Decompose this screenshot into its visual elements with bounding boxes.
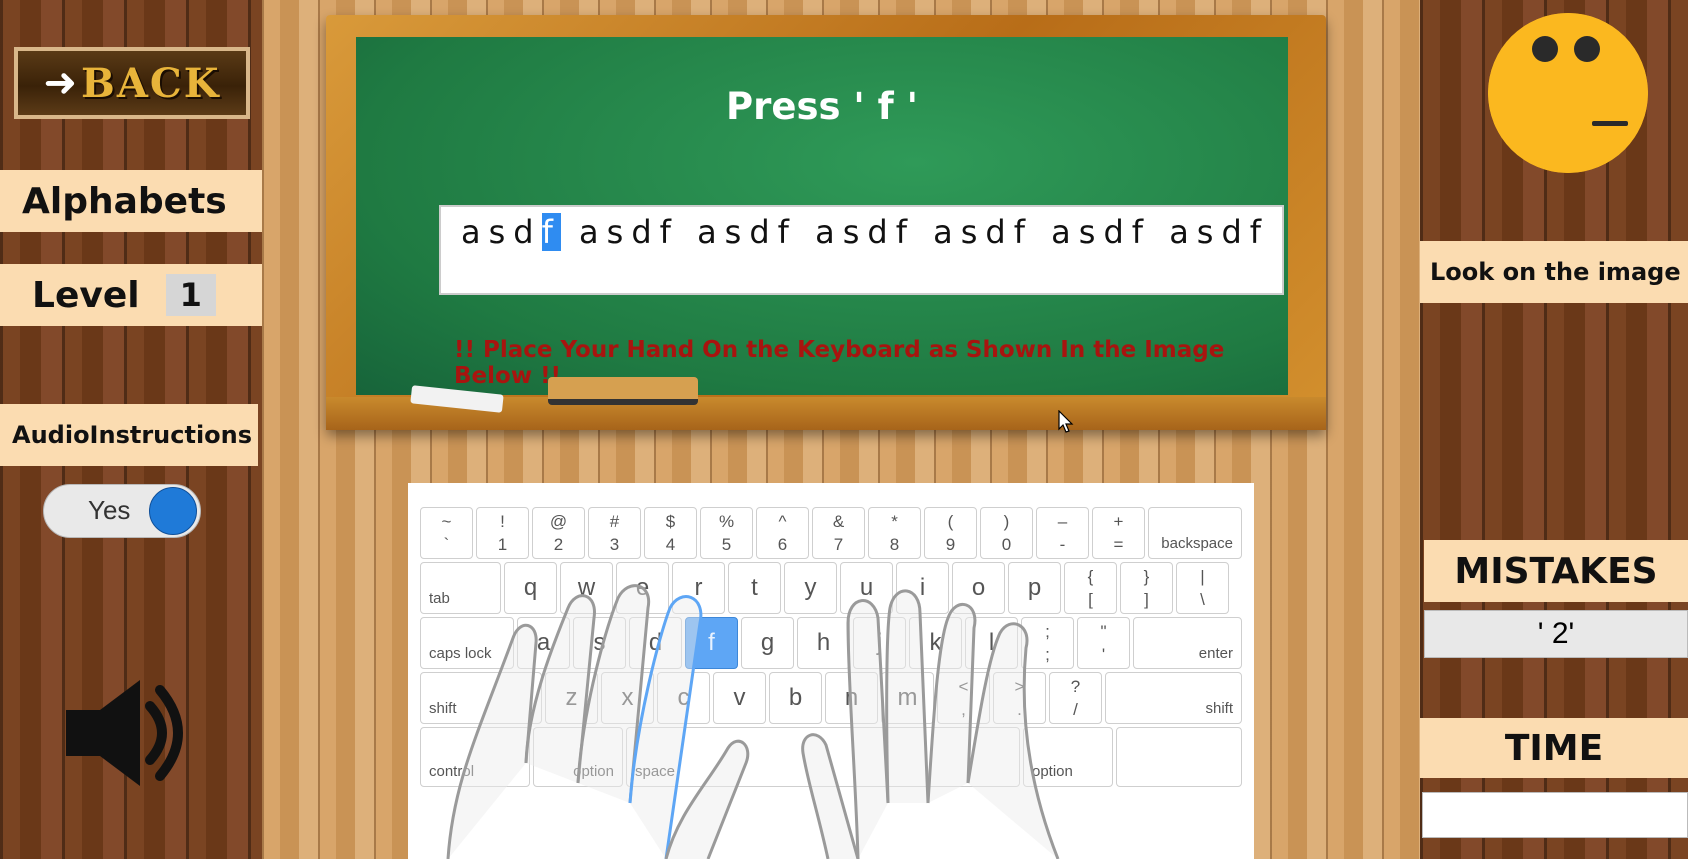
- key-shift-left: shift: [420, 672, 542, 724]
- key-j: j: [853, 617, 906, 669]
- key-r: r: [672, 562, 725, 614]
- time-value: [1422, 792, 1688, 838]
- practice-text-box: asdf asdf asdf asdf asdf asdf asdf: [439, 205, 1284, 295]
- key-3: #3: [588, 507, 641, 559]
- blackboard: Press ' f ' asdf asdf asdf asdf asdf asd…: [356, 37, 1288, 395]
- key-d: d: [629, 617, 682, 669]
- level-row: Level 1: [0, 264, 262, 326]
- key-t: t: [728, 562, 781, 614]
- audio-instructions-label: AudioInstructions: [0, 404, 258, 466]
- key-k: k: [909, 617, 962, 669]
- key-]: }]: [1120, 562, 1173, 614]
- key-n: n: [825, 672, 878, 724]
- look-hint-label: Look on the image: [1420, 241, 1688, 303]
- key-,: <,: [937, 672, 990, 724]
- key-/: ? /: [1049, 672, 1102, 724]
- toggle-knob: [149, 487, 197, 535]
- back-label: BACK: [81, 59, 221, 107]
- key-u: u: [840, 562, 893, 614]
- key-p: p: [1008, 562, 1061, 614]
- key-enter: enter: [1133, 617, 1242, 669]
- key-option-right: option: [1023, 727, 1113, 787]
- key-v: v: [713, 672, 766, 724]
- key-s: s: [573, 617, 626, 669]
- level-value: 1: [165, 274, 216, 316]
- key-control: control: [420, 727, 530, 787]
- level-label: Level: [32, 274, 140, 316]
- keyboard-image: ~ `! 1 @2 #3 $4% 5 ^ 6 & 7 * 8(9) 0– - + = backspace tab q w…: [408, 483, 1254, 859]
- key-\: | \: [1176, 562, 1229, 614]
- key-1: ! 1: [476, 507, 529, 559]
- key-=: + =: [1092, 507, 1145, 559]
- key-option-left: option: [533, 727, 623, 787]
- audio-toggle-label: Yes: [88, 495, 131, 525]
- key-prompt: Press ' f ': [726, 85, 918, 128]
- speaker-icon[interactable]: [62, 678, 192, 788]
- key-0: ) 0: [980, 507, 1033, 559]
- audio-toggle[interactable]: Yes: [43, 484, 201, 538]
- key-f: f: [685, 617, 738, 669]
- key-command-right: [1116, 727, 1242, 787]
- key-h: h: [797, 617, 850, 669]
- key-4: $4: [644, 507, 697, 559]
- key-o: o: [952, 562, 1005, 614]
- key-.: >.: [993, 672, 1046, 724]
- key-backspace: backspace: [1148, 507, 1242, 559]
- practice-current-char: f: [541, 213, 561, 251]
- back-arrow-icon: ➜: [43, 60, 78, 106]
- key-c: c: [657, 672, 710, 724]
- key-quote: " ': [1077, 617, 1130, 669]
- key-2: @2: [532, 507, 585, 559]
- key-x: x: [601, 672, 654, 724]
- category-label: Alphabets: [0, 170, 262, 232]
- key-6: ^ 6: [756, 507, 809, 559]
- practice-remaining: asdf asdf asdf asdf asdf asdf: [560, 213, 1270, 251]
- neutral-face-icon: [1488, 13, 1648, 173]
- key-e: e: [616, 562, 669, 614]
- key-i: i: [896, 562, 949, 614]
- key-z: z: [545, 672, 598, 724]
- key-q: q: [504, 562, 557, 614]
- key-8: * 8: [868, 507, 921, 559]
- practice-typed: asd: [461, 213, 542, 251]
- key-y: y: [784, 562, 837, 614]
- practice-text: asdf asdf asdf asdf asdf asdf asdf: [461, 213, 1269, 251]
- key-g: g: [741, 617, 794, 669]
- key-5: % 5: [700, 507, 753, 559]
- mistakes-label: MISTAKES: [1424, 540, 1688, 602]
- key-l: l: [965, 617, 1018, 669]
- key-shift-right: shift: [1105, 672, 1242, 724]
- mistakes-value: ' 2': [1424, 610, 1688, 658]
- key-`: ~ `: [420, 507, 473, 559]
- key--: – -: [1036, 507, 1089, 559]
- key-w: w: [560, 562, 613, 614]
- back-button[interactable]: ➜ BACK: [14, 47, 250, 119]
- eraser-icon: [548, 377, 698, 405]
- blackboard-frame: Press ' f ' asdf asdf asdf asdf asdf asd…: [326, 15, 1326, 430]
- key-tab: tab: [420, 562, 501, 614]
- key-a: a: [517, 617, 570, 669]
- key-space: space: [626, 727, 1020, 787]
- key-caps-lock: caps lock: [420, 617, 514, 669]
- mouse-cursor-icon: [1058, 410, 1074, 433]
- key-m: m: [881, 672, 934, 724]
- key-b: b: [769, 672, 822, 724]
- key-9: (9: [924, 507, 977, 559]
- key-semicolon: ;;: [1021, 617, 1074, 669]
- key-[: {[: [1064, 562, 1117, 614]
- time-label: TIME: [1420, 718, 1688, 778]
- key-7: & 7: [812, 507, 865, 559]
